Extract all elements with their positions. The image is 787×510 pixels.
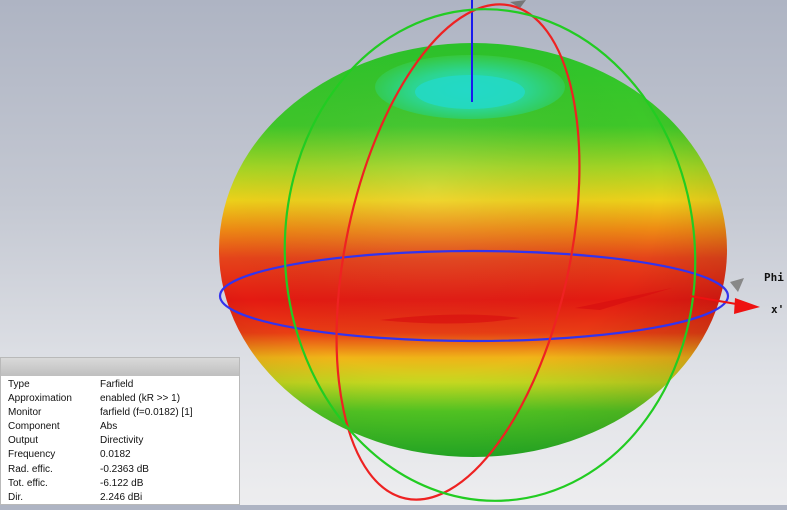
info-value: Abs (100, 421, 118, 433)
info-value: 0.0182 (100, 449, 131, 461)
info-row-dir: Dir. 2.246 dBi (8, 492, 235, 506)
info-value: -6.122 dB (100, 477, 144, 489)
info-row-tot-effic: Tot. effic. -6.122 dB (8, 478, 235, 492)
info-key: Tot. effic. (8, 477, 48, 489)
info-value: 2.246 dBi (100, 491, 143, 503)
info-row-output: Output Directivity (8, 435, 235, 449)
info-value: enabled (kR >> 1) (100, 393, 181, 405)
info-key: Monitor (8, 407, 42, 419)
info-value: Farfield (100, 379, 134, 390)
info-value: Directivity (100, 435, 144, 447)
phi-direction-marker (730, 278, 744, 292)
pattern-null-center (415, 75, 525, 109)
info-row-type: Type Farfield (8, 379, 235, 393)
info-key: Rad. effic. (8, 463, 53, 475)
info-row-frequency: Frequency 0.0182 (8, 449, 235, 463)
info-key: Component (8, 421, 60, 433)
info-key: Type (8, 379, 30, 390)
x-axis-arrowhead (734, 298, 760, 314)
x-axis-label: x' (771, 303, 785, 316)
info-value: -0.2363 dB (100, 463, 149, 475)
phi-axis-label: Phi (764, 271, 784, 284)
info-row-rad-effic: Rad. effic. -0.2363 dB (8, 464, 235, 478)
info-key: Approximation (8, 393, 72, 405)
info-row-monitor: Monitor farfield (f=0.0182) [1] (8, 407, 235, 421)
info-row-approximation: Approximation enabled (kR >> 1) (8, 393, 235, 407)
info-key: Frequency (8, 449, 56, 461)
info-table: Type Farfield Approximation enabled (kR … (8, 379, 235, 506)
info-value: farfield (f=0.0182) [1] (100, 407, 193, 419)
info-row-component: Component Abs (8, 421, 235, 435)
info-panel-titlebar (1, 358, 239, 376)
result-info-panel: Type Farfield Approximation enabled (kR … (0, 357, 240, 505)
info-key: Dir. (8, 491, 23, 503)
info-key: Output (8, 435, 39, 447)
